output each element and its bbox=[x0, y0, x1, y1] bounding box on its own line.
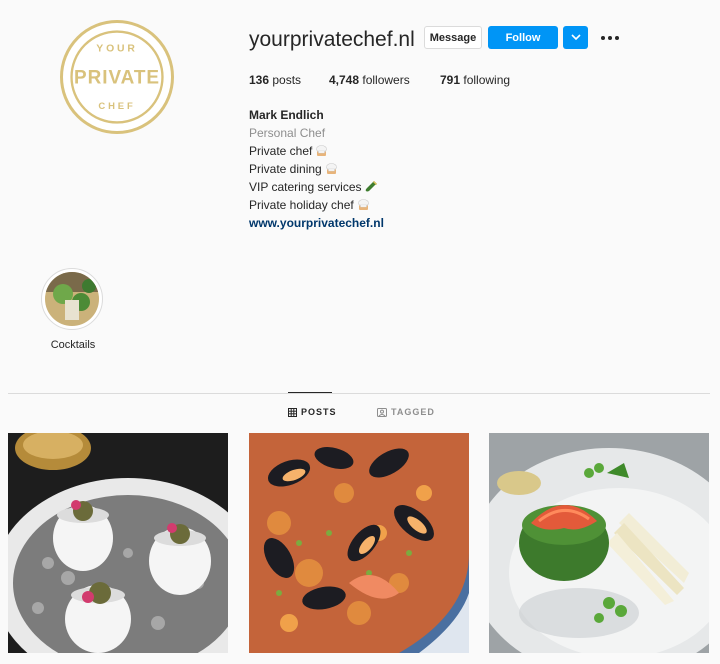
suggested-dropdown-button[interactable] bbox=[563, 26, 588, 49]
tab-tagged[interactable]: TAGGED bbox=[377, 407, 435, 417]
profile-username: yourprivatechef.nl bbox=[249, 28, 415, 51]
posts-label: posts bbox=[272, 73, 302, 87]
tab-posts[interactable]: POSTS bbox=[288, 407, 337, 417]
champagne-bottle-icon bbox=[365, 181, 377, 192]
stat-following[interactable]: 791 following bbox=[440, 73, 510, 87]
highlight-cocktails[interactable]: Cocktails bbox=[41, 268, 105, 351]
stat-posts[interactable]: 136 posts bbox=[249, 73, 301, 87]
profile-full-name: Mark Endlich bbox=[249, 108, 324, 122]
profile-avatar[interactable]: YOUR PRIVATE CHEF bbox=[60, 20, 174, 134]
follow-button[interactable]: Follow bbox=[488, 26, 558, 49]
following-label: following bbox=[463, 73, 511, 87]
logo-text-middle: PRIVATE bbox=[74, 68, 160, 89]
more-dots-icon bbox=[601, 36, 605, 40]
followers-count: 4,748 bbox=[329, 73, 360, 87]
post-thumbnail-asparagus-dish[interactable] bbox=[489, 433, 709, 653]
logo-text-top: YOUR bbox=[96, 43, 137, 54]
stat-followers[interactable]: 4,748 followers bbox=[329, 73, 410, 87]
tabs-divider bbox=[8, 393, 710, 394]
profile-bio: Mark Endlich Personal Chef Private chef … bbox=[249, 106, 549, 232]
highlight-cover-image bbox=[45, 272, 99, 326]
chef-emoji-icon bbox=[325, 163, 337, 174]
post-thumbnail-caviar-eggs[interactable] bbox=[8, 433, 228, 653]
bio-line: VIP catering services bbox=[249, 178, 549, 196]
grid-icon bbox=[288, 407, 297, 417]
post-thumbnail-paella[interactable] bbox=[249, 433, 469, 653]
your-private-chef-logo: YOUR PRIVATE CHEF bbox=[70, 30, 164, 124]
active-tab-indicator bbox=[288, 392, 332, 393]
profile-website-link[interactable]: www.yourprivatechef.nl bbox=[249, 214, 549, 232]
posts-count: 136 bbox=[249, 73, 270, 87]
chef-emoji-icon bbox=[316, 145, 328, 156]
chef-emoji-icon bbox=[357, 199, 369, 210]
highlight-label: Cocktails bbox=[50, 339, 96, 351]
bio-line: Private chef bbox=[249, 142, 549, 160]
tab-tagged-label: TAGGED bbox=[391, 407, 435, 417]
following-count: 791 bbox=[440, 73, 461, 87]
followers-label: followers bbox=[362, 73, 410, 87]
profile-category: Personal Chef bbox=[249, 126, 326, 140]
bio-line: Private holiday chef bbox=[249, 196, 549, 214]
more-options-button[interactable] bbox=[598, 28, 622, 48]
tagged-icon bbox=[377, 407, 387, 417]
tab-posts-label: POSTS bbox=[301, 407, 337, 417]
bio-line: Private dining bbox=[249, 160, 549, 178]
chevron-down-icon bbox=[570, 34, 581, 41]
logo-text-bottom: CHEF bbox=[98, 101, 135, 112]
message-button[interactable]: Message bbox=[424, 26, 482, 49]
